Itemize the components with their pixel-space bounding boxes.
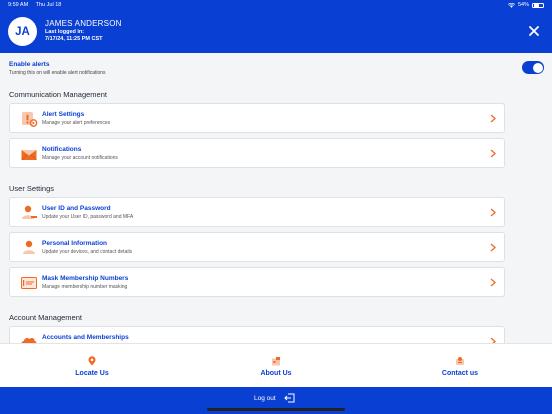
- user-key-icon: [22, 205, 37, 219]
- mask-membership-card[interactable]: Mask Membership Numbers Manage membershi…: [9, 267, 505, 297]
- logout-button[interactable]: Log out: [254, 391, 295, 405]
- wifi-icon: [507, 2, 515, 8]
- status-time: 9:59 AM: [8, 2, 29, 8]
- user-name: JAMES ANDERSON: [45, 19, 122, 28]
- nav-contact-us-label: Contact us: [441, 370, 479, 377]
- personal-information-card[interactable]: Personal Information Update your devices…: [9, 232, 505, 262]
- nav-about-us-label: About Us: [260, 370, 292, 377]
- logout-icon: [283, 393, 295, 403]
- notifications-title: Notifications: [42, 146, 82, 153]
- alert-settings-icon: [22, 112, 38, 127]
- location-pin-icon: [88, 356, 96, 366]
- cloud-icon: [21, 337, 37, 343]
- person-icon: [23, 240, 35, 254]
- chevron-right-icon: [490, 149, 496, 158]
- last-logged-value: 7/17/24, 11:25 PM CST: [45, 36, 103, 42]
- notifications-subtitle: Manage your account notifications: [42, 155, 118, 161]
- close-icon[interactable]: [528, 25, 540, 37]
- section-title-communication: Communication Management: [9, 90, 107, 99]
- nav-locate-us[interactable]: Locate Us: [0, 344, 184, 388]
- chevron-right-icon: [490, 114, 496, 123]
- personal-information-subtitle: Update your devices, and contact details: [42, 249, 133, 255]
- battery-percent: 54%: [517, 2, 529, 8]
- logout-label: Log out: [254, 394, 276, 402]
- contact-icon: [456, 357, 464, 365]
- section-title-account: Account Management: [9, 313, 82, 322]
- nav-locate-us-label: Locate Us: [75, 370, 109, 377]
- bottom-nav: Locate Us About Us Contact us: [0, 343, 552, 387]
- user-id-password-title: User ID and Password: [42, 205, 111, 212]
- personal-information-title: Personal Information: [42, 240, 108, 247]
- alert-settings-title: Alert Settings: [42, 111, 85, 118]
- info-building-icon: [272, 357, 280, 366]
- chevron-right-icon: [490, 278, 496, 287]
- chevron-right-icon: [490, 208, 496, 217]
- settings-content[interactable]: Enable alerts Turning this on will enabl…: [0, 53, 552, 343]
- user-id-password-subtitle: Update your User ID, password and MFA: [42, 214, 134, 220]
- user-id-password-card[interactable]: User ID and Password Update your User ID…: [9, 197, 505, 227]
- enable-alerts-subtitle: Turning this on will enable alert notifi…: [9, 70, 106, 76]
- battery-icon: [532, 2, 544, 8]
- avatar[interactable]: JA: [8, 17, 37, 46]
- app-header: 9:59 AM Thu Jul 18 54% JA JAMES ANDERSON…: [0, 0, 552, 53]
- enable-alerts-toggle[interactable]: [522, 61, 544, 74]
- chevron-right-icon: [490, 243, 496, 252]
- last-logged-label: Last logged in:: [45, 29, 85, 35]
- alert-settings-subtitle: Manage your alert preferences: [42, 120, 111, 126]
- mask-membership-subtitle: Manage membership number masking: [42, 284, 128, 290]
- status-bar: 9:59 AM Thu Jul 18 54%: [0, 0, 552, 10]
- home-indicator: [207, 408, 345, 411]
- section-title-user: User Settings: [9, 184, 55, 193]
- enable-alerts-title: Enable alerts: [9, 61, 50, 68]
- notifications-card[interactable]: Notifications Manage your account notifi…: [9, 138, 505, 168]
- logout-bar: Log out: [0, 387, 552, 414]
- masked-card-icon: [21, 277, 37, 289]
- accounts-memberships-card[interactable]: Accounts and Memberships: [9, 326, 505, 343]
- nav-contact-us[interactable]: Contact us: [368, 344, 552, 388]
- envelope-icon: [21, 150, 37, 161]
- nav-about-us[interactable]: About Us: [184, 344, 368, 388]
- mask-membership-title: Mask Membership Numbers: [42, 275, 129, 282]
- status-date: Thu Jul 18: [35, 2, 62, 8]
- accounts-memberships-title: Accounts and Memberships: [42, 334, 129, 341]
- alert-settings-card[interactable]: Alert Settings Manage your alert prefere…: [9, 103, 505, 133]
